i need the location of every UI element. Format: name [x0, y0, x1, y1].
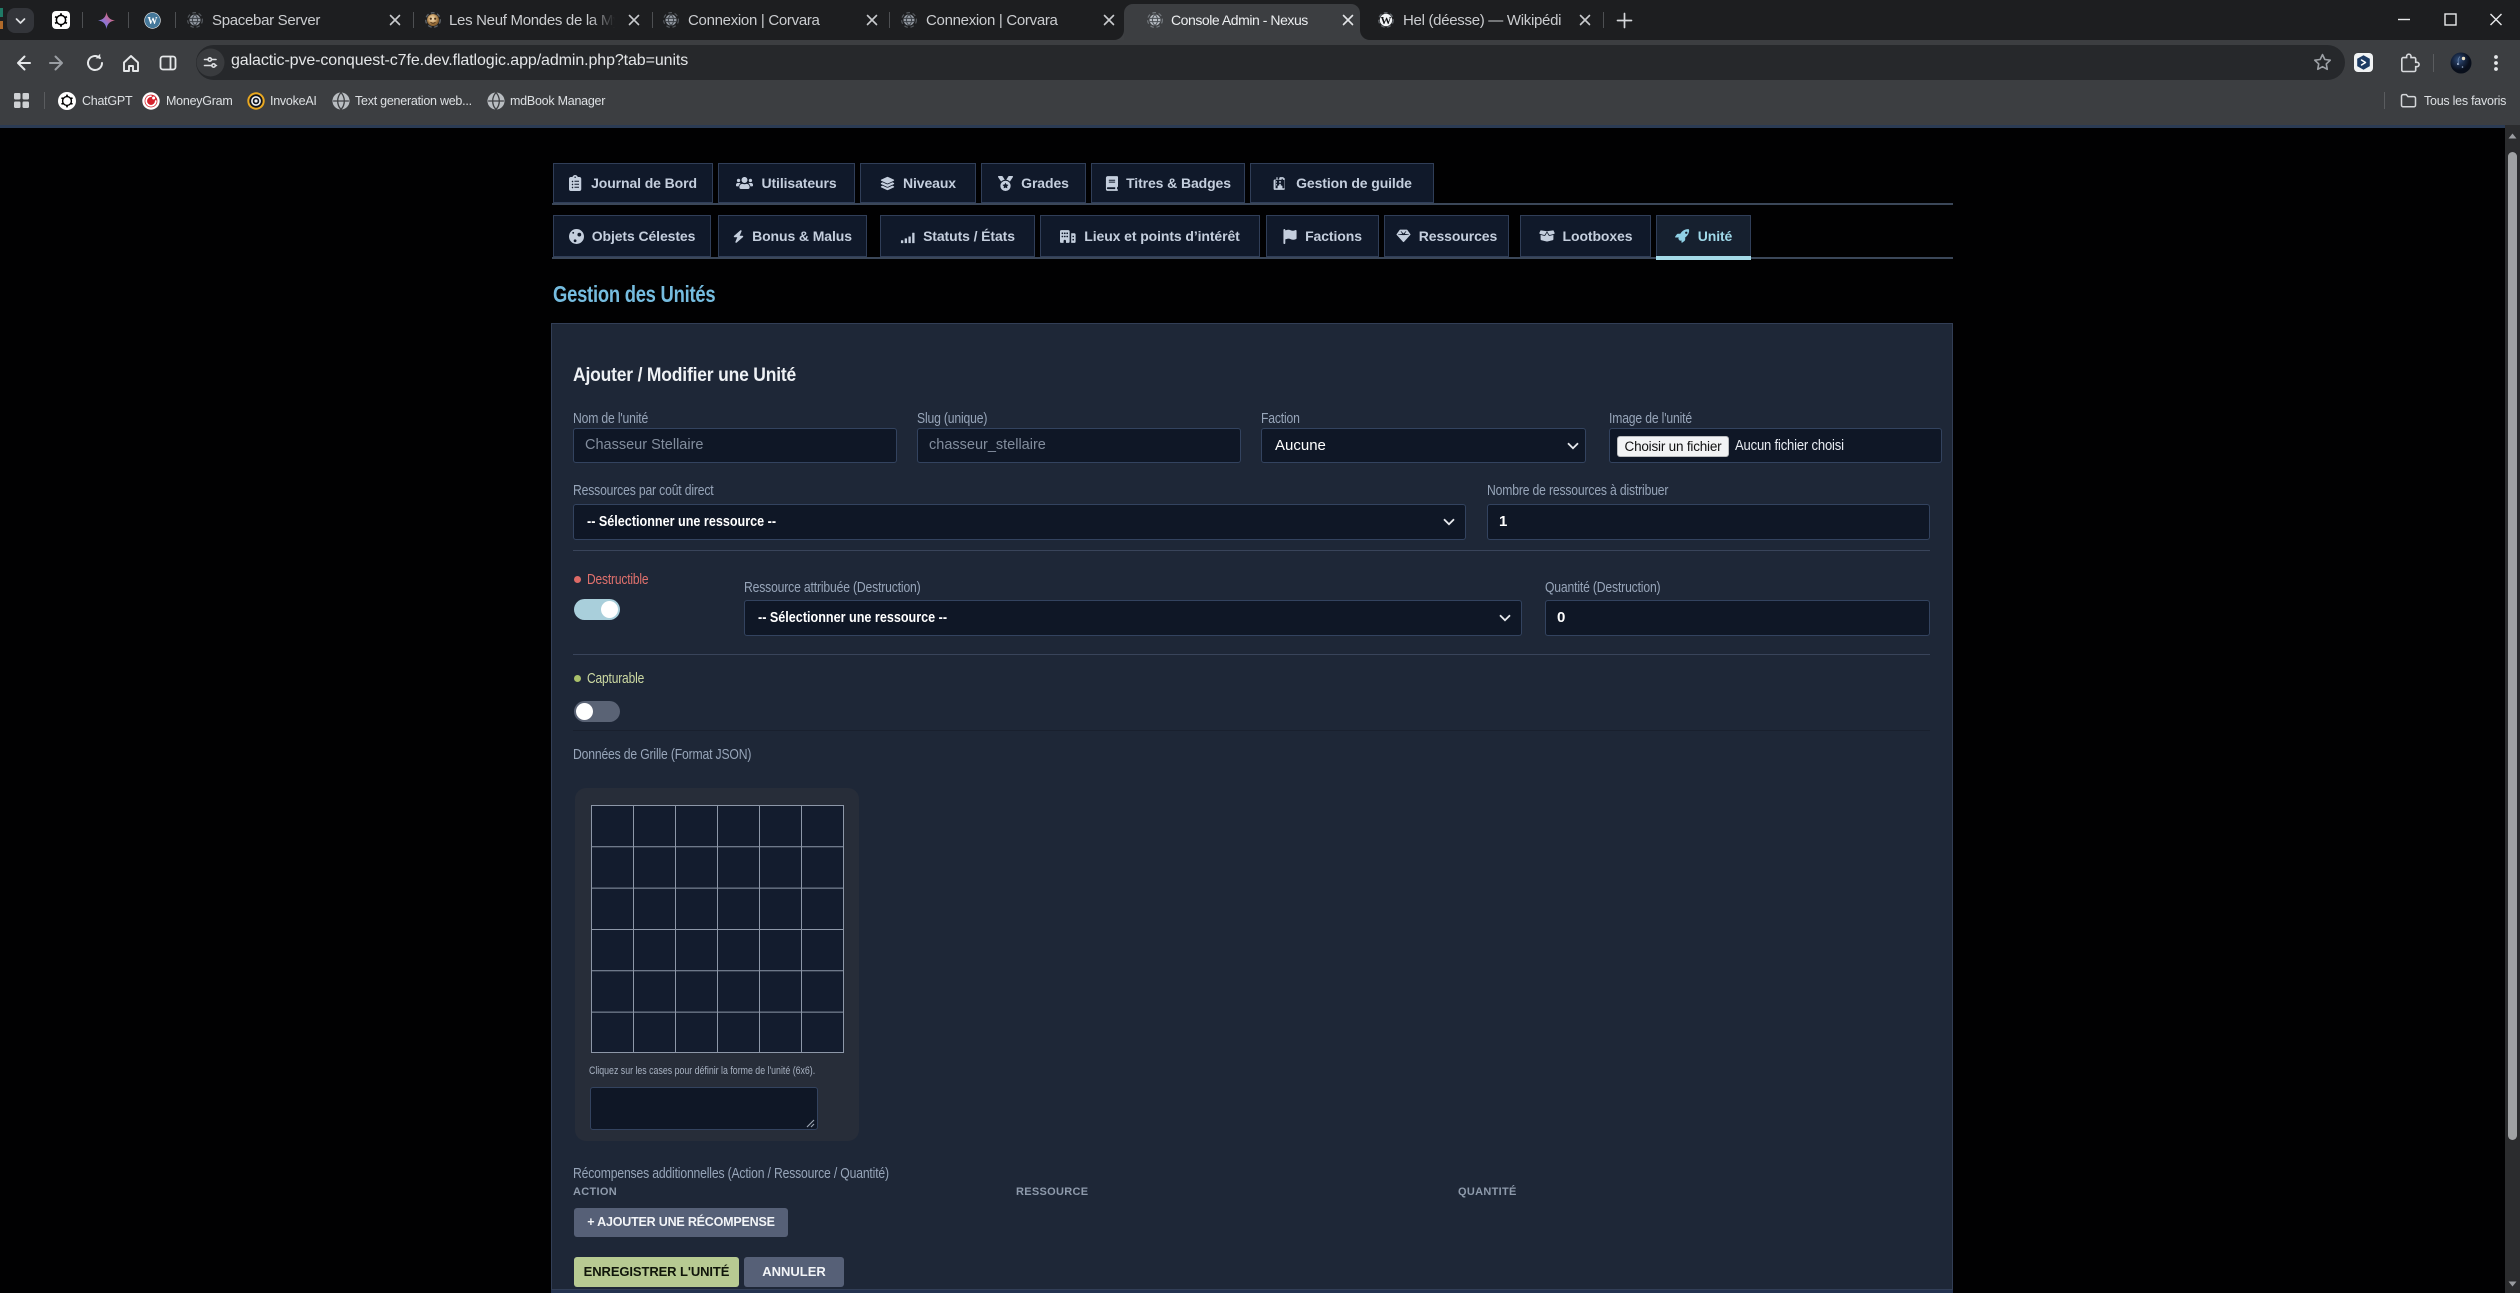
- svg-text:W: W: [1381, 15, 1392, 27]
- svg-text:W: W: [148, 16, 158, 27]
